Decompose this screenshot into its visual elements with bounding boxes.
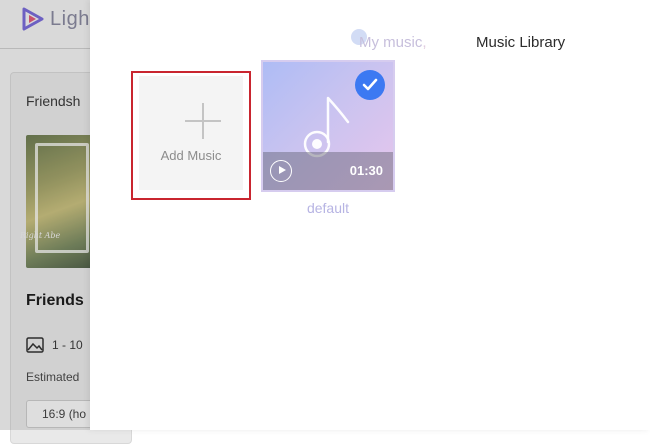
track-control-bar: 01:30 <box>263 152 393 190</box>
check-icon <box>362 78 378 91</box>
tab-my-music[interactable]: My music, <box>359 34 427 51</box>
track-duration: 01:30 <box>349 163 383 178</box>
music-track-card[interactable]: 01:30 <box>261 60 395 192</box>
background-dim-overlay <box>0 0 90 430</box>
plus-icon <box>185 103 221 139</box>
music-panel: My music, Music Library Add Music 01:30 … <box>90 0 650 430</box>
selected-check-icon <box>355 70 385 100</box>
tab-my-music-label: My music <box>359 34 423 51</box>
play-icon[interactable] <box>270 160 292 182</box>
tab-my-music-suffix: , <box>422 34 427 51</box>
add-music-label: Add Music <box>160 148 222 163</box>
add-music-button[interactable]: Add Music <box>131 71 251 200</box>
track-name: default <box>306 200 350 216</box>
add-music-tile: Add Music <box>139 76 243 190</box>
tab-music-library[interactable]: Music Library <box>476 34 565 51</box>
